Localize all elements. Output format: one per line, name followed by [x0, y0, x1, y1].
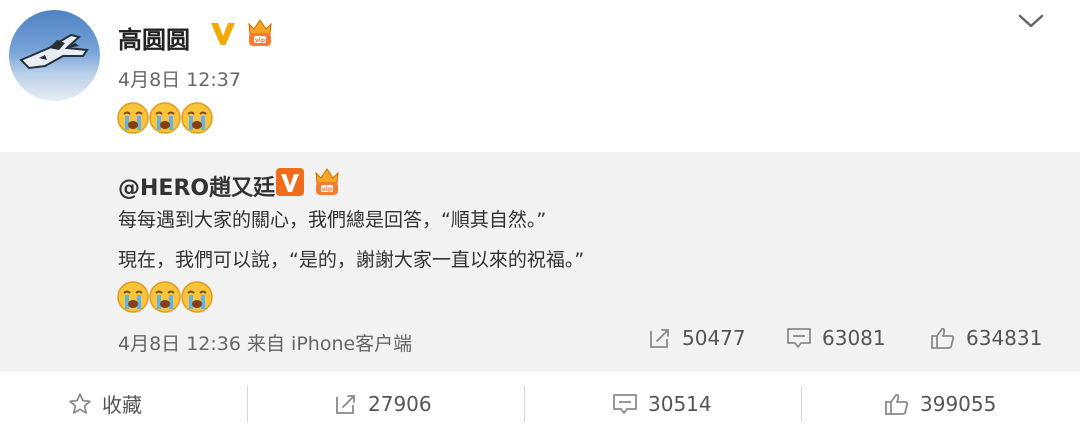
repost-author[interactable]: @HERO趙又廷	[118, 170, 275, 202]
crying-face-icon	[149, 281, 181, 313]
divider	[524, 386, 525, 422]
favorite-button[interactable]: 收藏	[68, 372, 142, 435]
repost-text-line-2: 現在，我們可以說，“是的，謝謝大家一直以來的祝福。”	[118, 249, 585, 271]
weibo-post-card: 高圆圆 vip 4月8日 12:37 @HERO趙又廷 vip 每每遇到大家的關…	[0, 0, 1080, 435]
crying-face-icon	[117, 102, 149, 134]
like-button[interactable]: 399055	[884, 372, 996, 435]
repost-button[interactable]: 27906	[334, 372, 432, 435]
post-timestamp[interactable]: 4月8日 12:37	[118, 65, 241, 92]
chevron-down-icon[interactable]	[1017, 12, 1045, 30]
repost-comment-value: 63081	[822, 326, 886, 350]
airplane-avatar-icon	[19, 33, 89, 70]
repost-text-line-1: 每每遇到大家的關心，我們總是回答，“順其自然。”	[118, 209, 547, 231]
favorite-label: 收藏	[102, 393, 142, 417]
repost-like-count[interactable]: 634831	[930, 326, 1042, 350]
repost-icon	[650, 329, 669, 348]
repost-emoji-row	[116, 280, 213, 314]
repost-repost-value: 50477	[682, 326, 746, 350]
crying-face-icon	[117, 281, 149, 313]
repost-meta[interactable]: 4月8日 12:36 来自 iPhone客户端	[118, 329, 412, 356]
repost-comment-count[interactable]: 63081	[786, 326, 886, 350]
like-count: 399055	[920, 391, 997, 416]
like-icon	[931, 327, 955, 349]
post-emoji-row	[116, 101, 213, 135]
username[interactable]: 高圆圆	[118, 20, 190, 55]
avatar[interactable]	[9, 10, 100, 101]
vip-crown-icon: vip	[315, 168, 339, 195]
repost-count: 27906	[368, 391, 432, 416]
crying-face-icon	[181, 102, 213, 134]
divider	[801, 386, 802, 422]
comment-count: 30514	[648, 391, 712, 416]
verified-v-icon	[211, 23, 235, 45]
repost-icon	[336, 394, 355, 414]
repost-block[interactable]: @HERO趙又廷 vip 每每遇到大家的關心，我們總是回答，“順其自然。” 現在…	[0, 152, 1080, 372]
like-icon	[885, 393, 909, 415]
comment-icon	[613, 393, 637, 414]
crying-face-icon	[181, 281, 213, 313]
svg-text:vip: vip	[322, 186, 333, 193]
action-bar: 收藏 27906 30514 399055	[0, 372, 1080, 435]
vip-crown-icon: vip	[248, 19, 272, 46]
comment-button[interactable]: 30514	[612, 372, 712, 435]
comment-icon	[787, 328, 811, 348]
repost-repost-count[interactable]: 50477	[648, 326, 746, 350]
crying-face-icon	[149, 102, 181, 134]
divider	[247, 386, 248, 422]
svg-text:vip: vip	[255, 37, 266, 44]
verified-v-icon	[276, 168, 304, 196]
star-icon	[69, 392, 91, 414]
repost-like-value: 634831	[966, 326, 1043, 350]
